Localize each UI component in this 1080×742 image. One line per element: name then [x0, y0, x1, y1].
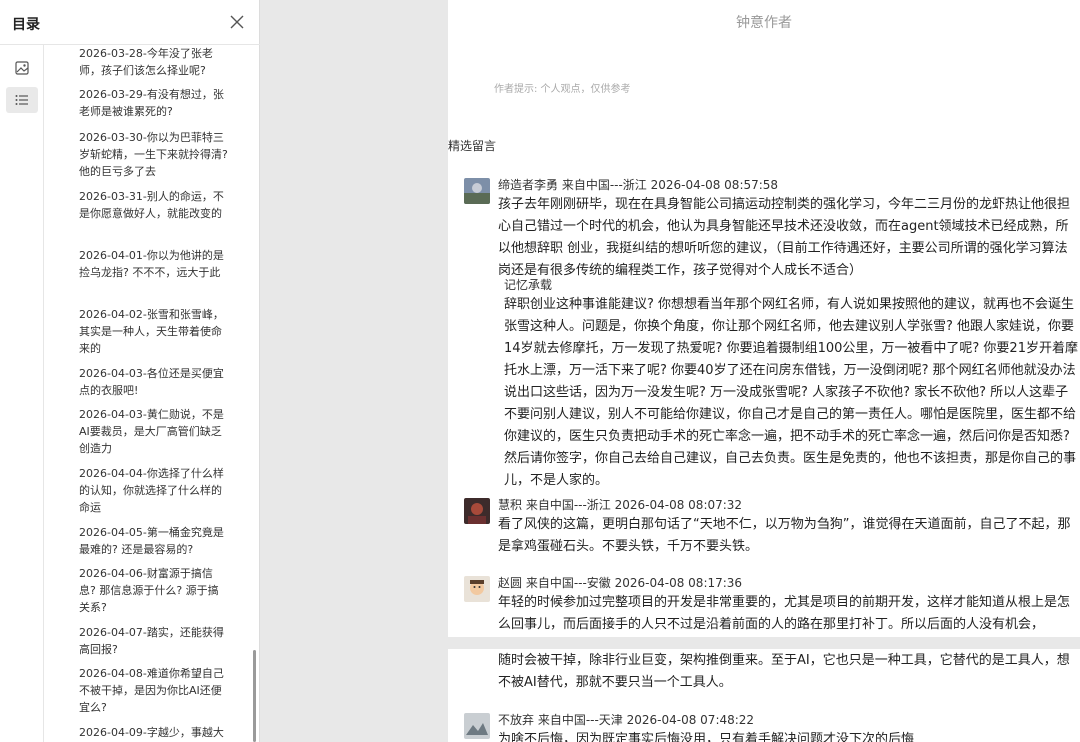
sidebar-rail [0, 45, 44, 742]
toc-item[interactable]: 2026-04-01-你以为他讲的是捡乌龙指? 不不不，远大于此 [79, 247, 229, 281]
author-reply: 记忆承载 辞职创业这种事谁能建议? 你想想看当年那个网红名师，有人说如果按照他的… [504, 276, 1078, 492]
sidebar-title: 目录 [12, 17, 40, 33]
comment-meta: 不放弃 来自中国---天津 2026-04-08 07:48:22 [498, 713, 755, 727]
reply-body: 辞职创业这种事谁能建议? 你想想看当年那个网红名师，有人说如果按照他的建议，就再… [504, 297, 1078, 488]
comment-meta: 慧积 来自中国---浙江 2026-04-08 08:07:32 [498, 498, 743, 512]
toc-item[interactable]: 2026-04-06-财富源于搞信息? 那信息源于什么? 源于搞关系? [79, 565, 229, 616]
image-icon [15, 61, 29, 75]
avatar[interactable] [464, 498, 490, 524]
comment-item: 缔造者李勇 来自中国---浙江 2026-04-08 08:57:58 孩子去年… [462, 176, 1080, 488]
comment-meta: 缔造者李勇 来自中国---浙江 2026-04-08 08:57:58 [498, 178, 779, 192]
toc-item[interactable]: 2026-04-05-第一桶金究竟是最难的? 还是最容易的? [79, 524, 229, 558]
comment-item: 慧积 来自中国---浙江 2026-04-08 08:07:32 看了风侠的这篇… [462, 496, 1080, 556]
toc-item[interactable]: 2026-04-03-各位还是买便宜点的衣服吧! [79, 365, 229, 399]
list-icon [15, 95, 28, 105]
section-title: 精选留言 [448, 139, 497, 153]
avatar[interactable] [464, 178, 490, 204]
comment-body: 随时会被干掉，除非行业巨变，架构推倒重来。至于AI，它也只是一种工具，它替代的是… [498, 653, 1070, 690]
toc-item[interactable]: 2026-04-08-难道你希望自己不被干掉，是因为你比AI还便宜么? [79, 665, 229, 716]
comment-body: 为啥不后悔，因为既定事实后悔没用，只有着手解决问题才没下次的后悔 [498, 732, 915, 742]
toc-item[interactable]: 2026-04-07-踏实，还能获得高回报? [79, 624, 229, 658]
comment-body: 看了风侠的这篇，更明白那句话了“天地不仁，以万物为刍狗”，谁觉得在天道面前，自己… [498, 517, 1071, 554]
toc-item[interactable]: 2026-04-03-黄仁勋说，不是AI要裁员，是大厂高管们缺乏创造力 [79, 406, 229, 457]
comment-body: 孩子去年刚刚研毕，现在在具身智能公司搞运动控制类的强化学习，今年二三月份的龙虾热… [498, 197, 1071, 278]
page-break-gap [448, 637, 1080, 649]
toc-item[interactable]: 2026-04-09-字越少，事越大 [79, 724, 229, 741]
comment-meta: 赵圆 来自中国---安徽 2026-04-08 08:17:36 [498, 576, 743, 590]
author-title[interactable]: 钟意作者 [448, 12, 1080, 32]
comment-body: 年轻的时候参加过完整项目的开发是非常重要的，尤其是项目的前期开发，这样才能知道从… [498, 595, 1071, 632]
sidebar-header: 目录 [0, 0, 260, 45]
image-view-button[interactable] [6, 55, 38, 81]
list-view-button[interactable] [6, 87, 38, 113]
toc-item[interactable]: 2026-03-28-今年没了张老师，孩子们该怎么择业呢? [79, 45, 229, 79]
toc-item[interactable]: 2026-03-31-别人的命运，不是你愿意做好人，就能改变的 [79, 188, 229, 222]
reply-label: 记忆承载 [504, 278, 553, 292]
close-icon [230, 15, 244, 29]
toc-item[interactable]: 2026-04-04-你选择了什么样的认知，你就选择了什么样的命运 [79, 465, 229, 516]
toc-item[interactable]: 2026-04-02-张雪和张雪峰，其实是一种人，天生带着使命来的 [79, 306, 229, 357]
author-note: 作者提示: 个人观点，仅供参考 [494, 84, 631, 95]
avatar[interactable] [464, 576, 490, 602]
comment-continuation: 随时会被干掉，除非行业巨变，架构推倒重来。至于AI，它也只是一种工具，它替代的是… [462, 650, 1080, 694]
close-button[interactable] [226, 11, 248, 33]
toc-sidebar: 目录 2026-03-28-今年没了张老师，孩子们该怎么择业呢? 2026-03… [0, 0, 260, 742]
toc-item[interactable]: 2026-03-30-你以为巴菲特三岁斩蛇精，一生下来就拎得清? 他的巨亏多了去 [79, 129, 229, 180]
comment-item: 不放弃 来自中国---天津 2026-04-08 07:48:22 为啥不后悔，… [462, 711, 1080, 742]
avatar[interactable] [464, 713, 490, 739]
comment-item: 赵圆 来自中国---安徽 2026-04-08 08:17:36 年轻的时候参加… [462, 574, 1080, 634]
toc-list: 2026-03-28-今年没了张老师，孩子们该怎么择业呢? 2026-03-29… [44, 45, 259, 742]
article-panel: 钟意作者 作者提示: 个人观点，仅供参考 精选留言 缔造者李勇 来自中国---浙… [448, 0, 1080, 742]
toc-scrollbar[interactable] [253, 650, 256, 742]
toc-item[interactable]: 2026-03-29-有没有想过，张老师是被谁累死的? [79, 86, 229, 120]
